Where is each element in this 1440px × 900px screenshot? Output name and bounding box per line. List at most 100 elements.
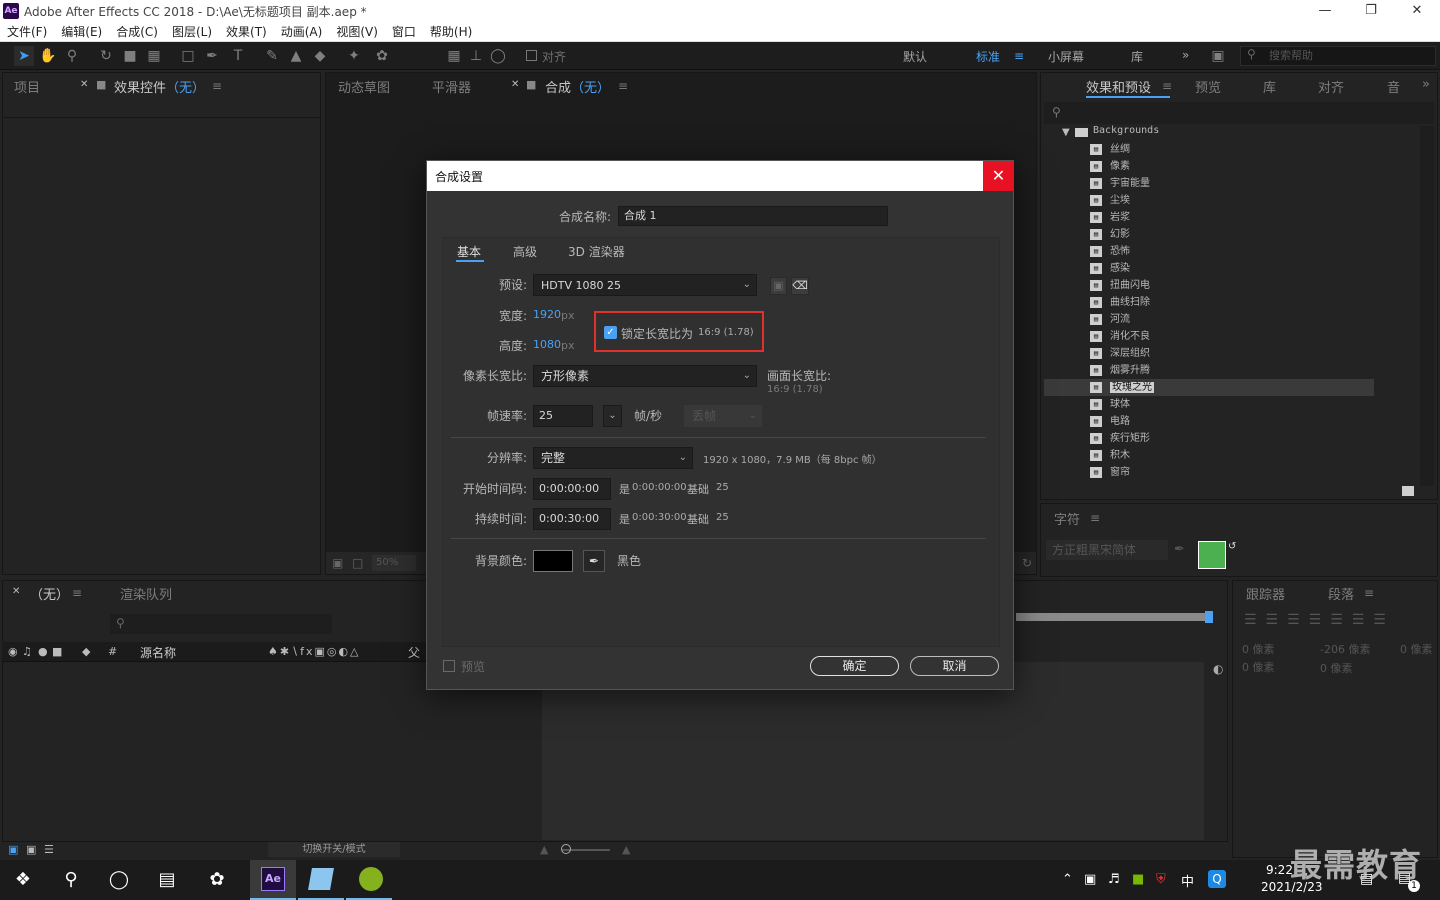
tab-align[interactable]: 对齐 [1318,77,1344,96]
tab-timeline[interactable]: （无） [30,584,69,603]
pinned-app-icon[interactable]: ✿ [194,860,240,900]
tab-3d-renderer[interactable]: 3D 渲染器 [568,243,625,260]
lock-aspect-checkbox[interactable]: ✓ [604,326,617,339]
effects-preset-item[interactable]: ▤ 丝绸 [1044,141,1374,158]
cortana-icon[interactable]: ◯ [96,860,142,900]
magnification-dropdown[interactable]: 50% [372,555,416,571]
restore-icon[interactable]: ❐ [1348,0,1394,22]
expand-triangle-icon[interactable]: ▼ [1062,127,1070,138]
local-axis-icon[interactable]: ▦ [444,46,464,66]
qq-icon[interactable]: Q [1208,870,1226,888]
effects-preset-item[interactable]: ▤ 幻影 [1044,226,1374,243]
lock-icon[interactable]: ■ [52,645,62,658]
comp-flowchart-icon[interactable]: ◐ [1213,662,1223,676]
snapshot-icon[interactable]: ▣ [332,556,343,570]
eyedropper-icon[interactable]: ✒ [1174,542,1185,557]
preset-dropdown[interactable]: HDTV 1080 25 ⌄ [533,274,757,296]
audio-speaker-icon[interactable]: ♫ [22,645,32,658]
panel-menu-icon[interactable]: ≡ [1090,511,1100,525]
menu-help[interactable]: 帮助(H) [423,22,479,42]
world-axis-icon[interactable]: ⊥ [466,46,486,66]
effects-preset-item[interactable]: ▤ 疾行矩形 [1044,430,1374,447]
fill-color-swatch[interactable] [1198,541,1226,569]
frame-rate-dropdown-icon[interactable]: ⌄ [603,405,622,427]
indent-left-field[interactable]: 0 像素 [1242,641,1275,657]
tab-advanced[interactable]: 高级 [513,243,537,260]
minimize-icon[interactable]: — [1302,0,1348,22]
preview-checkbox[interactable] [443,660,455,672]
puppet-tool-icon[interactable]: ✿ [372,46,392,66]
windows-start-icon[interactable]: ❖ [0,860,46,900]
effects-preset-item[interactable]: ▤ 岩浆 [1044,209,1374,226]
view-axis-icon[interactable]: ◯ [488,46,508,66]
tab-audio[interactable]: 音 [1387,77,1400,96]
roto-brush-tool-icon[interactable]: ✦ [344,46,364,66]
background-color-swatch[interactable] [533,550,573,572]
clock-time[interactable]: 9:22 [1266,863,1293,877]
effects-preset-item[interactable]: ▤ 电路 [1044,413,1374,430]
in-out-icon[interactable]: ☰ [44,843,54,856]
sync-settings-icon[interactable]: ▣ [1208,46,1228,66]
width-value[interactable]: 1920 [533,308,561,321]
zoom-in-icon[interactable]: ▲ [622,843,630,856]
panels-overflow-icon[interactable]: » [1422,77,1430,92]
pixel-aspect-dropdown[interactable]: 方形像素 ⌄ [533,365,757,387]
effects-search-input[interactable] [1044,102,1434,124]
security-icon[interactable]: ⛨ [1156,872,1166,887]
effects-preset-item[interactable]: ▤ 曲线扫除 [1044,294,1374,311]
effects-preset-item[interactable]: ▤ 河流 [1044,311,1374,328]
effects-preset-item[interactable]: ▤ 玫瑰之光 [1044,379,1374,396]
duration-input[interactable]: 0:00:30:00 [533,508,611,530]
menu-layer[interactable]: 图层(L) [165,22,219,42]
space-after-field[interactable]: 0 像素 [1320,660,1353,676]
comp-name-input[interactable]: 合成 1 [618,206,888,226]
eraser-tool-icon[interactable]: ◆ [310,46,330,66]
tab-character[interactable]: 字符 [1054,509,1080,528]
workspace-library[interactable]: 库 [1131,48,1143,65]
tab-effects-presets[interactable]: 效果和预设 [1086,77,1151,96]
tab-flowchart[interactable]: 动态草图 [338,77,390,96]
ime-indicator[interactable]: 中 [1181,871,1194,890]
effects-preset-item[interactable]: ▤ 积木 [1044,447,1374,464]
tab-project[interactable]: 项目 [14,77,40,96]
workspace-standard[interactable]: 标准 [976,48,1000,65]
effects-preset-item[interactable]: ▤ 感染 [1044,260,1374,277]
effects-preset-item[interactable]: ▤ 烟雾升腾 [1044,362,1374,379]
panel-menu-icon[interactable]: ≡ [1364,586,1374,600]
frame-rate-input[interactable]: 25 [533,405,593,427]
rectangle-tool-icon[interactable]: □ [178,46,198,66]
start-timecode-input[interactable]: 0:00:00:00 [533,478,611,500]
video-eye-icon[interactable]: ◉ [8,645,18,658]
tab-tracker[interactable]: 跟踪器 [1246,584,1285,603]
effects-preset-item[interactable]: ▤ 尘埃 [1044,192,1374,209]
lock-icon[interactable]: ■ [96,78,106,91]
effects-preset-item[interactable]: ▤ 扭曲闪电 [1044,277,1374,294]
panel-menu-icon[interactable]: ≡ [618,79,628,93]
rotate-tool-icon[interactable]: ↻ [96,46,116,66]
clone-stamp-tool-icon[interactable]: ▲ [286,46,306,66]
dialog-close-icon[interactable]: ✕ [983,161,1014,191]
save-preset-icon[interactable]: ▣ [770,277,787,295]
effects-preset-item[interactable]: ▤ 宇宙能量 [1044,175,1374,192]
label-tag-icon[interactable]: ◆ [82,645,90,658]
layer-search-input[interactable] [110,614,332,634]
work-area-end-handle[interactable] [1205,611,1213,623]
zoom-slider-thumb[interactable] [561,844,571,854]
brush-tool-icon[interactable]: ✎ [262,46,282,66]
tab-libraries[interactable]: 库 [1263,77,1276,96]
hand-tool-icon[interactable]: ✋ [38,46,58,66]
panel-menu-icon[interactable]: ≡ [72,586,82,600]
layer-switches-icon[interactable]: ▣ [8,843,18,856]
effects-preset-item[interactable]: ▤ 恐怖 [1044,243,1374,260]
scrollbar[interactable] [1420,126,1434,486]
volume-icon[interactable]: ♬ [1108,872,1120,887]
menu-view[interactable]: 视图(V) [329,22,385,42]
pen-tool-icon[interactable]: ✒ [202,46,222,66]
height-value[interactable]: 1080 [533,338,561,351]
close-tab-icon[interactable]: ✕ [511,79,519,90]
tab-effect-controls[interactable]: 效果控件（无） [114,77,205,96]
monitor-icon[interactable]: □ [352,556,363,570]
panel-menu-icon[interactable]: ≡ [1162,79,1172,93]
menu-file[interactable]: 文件(F) [0,22,54,42]
work-area-bar[interactable] [1016,613,1212,621]
